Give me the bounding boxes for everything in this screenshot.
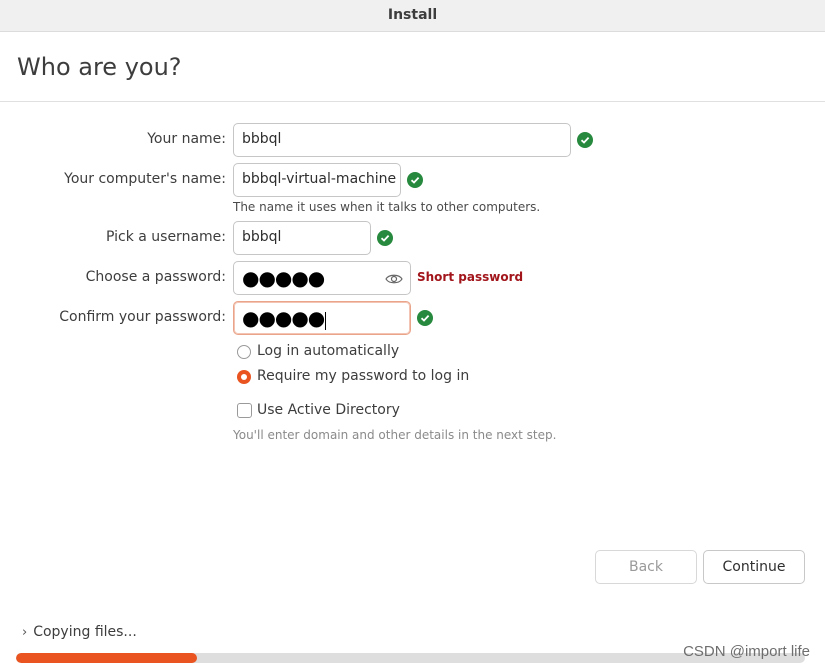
require-password-label[interactable]: Require my password to log in — [257, 368, 469, 384]
show-password-icon[interactable] — [385, 271, 405, 285]
computer-name-hint: The name it uses when it talks to other … — [233, 200, 541, 214]
password-strength-warning: Short password — [417, 270, 524, 284]
title-bar[interactable]: Install — [0, 0, 825, 32]
continue-button[interactable]: Continue — [703, 550, 805, 584]
auto-login-label[interactable]: Log in automatically — [257, 343, 399, 359]
window-title: Install — [387, 7, 438, 23]
username-valid-icon — [377, 230, 393, 246]
require-password-radio[interactable] — [237, 370, 251, 384]
active-directory-checkbox[interactable] — [237, 403, 252, 418]
text-cursor — [325, 312, 327, 330]
auto-login-radio[interactable] — [237, 345, 251, 359]
page-title: Who are you? — [17, 53, 182, 81]
chevron-right-icon[interactable]: › — [22, 625, 27, 640]
header-divider — [0, 101, 825, 102]
password-masked-value: ●●●●● — [242, 266, 325, 290]
your-name-label: Your name: — [147, 131, 226, 147]
computer-name-valid-icon — [407, 172, 423, 188]
active-directory-hint: You'll enter domain and other details in… — [233, 428, 557, 442]
install-status[interactable]: › Copying files... — [22, 624, 137, 640]
username-label: Pick a username: — [105, 229, 226, 245]
computer-name-label: Your computer's name: — [64, 171, 226, 187]
confirm-password-masked-value: ●●●●● — [242, 306, 325, 330]
progress-fill — [16, 653, 198, 663]
computer-name-field[interactable]: bbbql-virtual-machine — [233, 163, 401, 197]
watermark-text: CSDN @import life — [683, 643, 810, 660]
password-label: Choose a password: — [85, 269, 226, 285]
your-name-field[interactable]: bbbql — [233, 123, 571, 157]
confirm-password-label: Confirm your password: — [59, 309, 226, 325]
your-name-valid-icon — [577, 132, 593, 148]
confirm-password-field[interactable]: ●●●●● — [233, 301, 411, 335]
confirm-password-valid-icon — [417, 310, 433, 326]
status-text: Copying files... — [33, 624, 137, 640]
back-button[interactable]: Back — [595, 550, 697, 584]
username-field[interactable]: bbbql — [233, 221, 371, 255]
active-directory-label[interactable]: Use Active Directory — [257, 402, 400, 418]
